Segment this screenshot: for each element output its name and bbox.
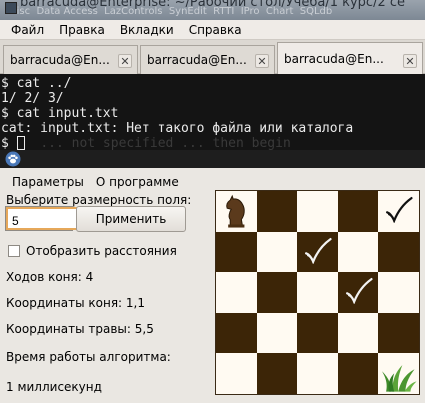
terminal-line: cat: input.txt: Нет такого файла или кат… xyxy=(1,121,354,136)
terminal-tab-2[interactable]: barracuda@En... ✕ xyxy=(140,45,275,74)
tab-label: barracuda@En... xyxy=(147,53,247,67)
app-menubar: Параметры О программе xyxy=(0,168,425,192)
terminal-title: barracuda@Enterprise: ~/Рабочий стол/Учё… xyxy=(20,0,405,10)
faded-text: ... not specified ... then begin xyxy=(40,136,291,151)
board-cell-4-1[interactable] xyxy=(216,312,257,354)
terminal-prompt-line: $ ... not specified ... then begin xyxy=(1,136,425,151)
board-cell-2-2[interactable] xyxy=(256,231,298,273)
terminal-tabbar: barracuda@En... ✕ barracuda@En... ✕ barr… xyxy=(0,40,425,75)
board-cell-4-3[interactable] xyxy=(297,312,338,354)
menu-about[interactable]: О программе xyxy=(89,175,184,189)
terminal-titlebar: Misc Data Access LazControls SynEdit RTT… xyxy=(0,0,425,20)
menu-file[interactable]: Файл xyxy=(3,23,51,37)
terminal-menubar: Файл Правка Вкладки Справка xyxy=(0,20,425,40)
prompt: $ xyxy=(1,136,17,151)
close-icon[interactable]: ✕ xyxy=(255,54,269,68)
chessboard[interactable] xyxy=(215,190,420,395)
terminal-tab-1[interactable]: barracuda@En... ✕ xyxy=(3,45,138,74)
menu-edit[interactable]: Правка xyxy=(51,23,112,37)
board-cell-3-3[interactable] xyxy=(297,272,338,313)
board-cell-5-3[interactable] xyxy=(297,353,338,394)
board-cell-5-4[interactable] xyxy=(337,353,379,394)
board-cell-2-1[interactable] xyxy=(216,231,257,273)
board-cell-4-4[interactable] xyxy=(337,312,379,354)
terminal-output[interactable]: $ cat ../ 1/ 2/ 3/ $ cat input.txt cat: … xyxy=(0,74,425,154)
menu-parameters[interactable]: Параметры xyxy=(5,175,89,189)
field-size-spinbox[interactable]: ▲ ▼ xyxy=(5,206,175,231)
show-distances-checkbox[interactable]: Отобразить расстояния xyxy=(8,244,177,258)
app-titlebar xyxy=(0,150,425,168)
board-cell-2-3[interactable] xyxy=(297,231,338,273)
board-cell-5-1[interactable] xyxy=(216,353,257,394)
board-cell-5-2[interactable] xyxy=(256,353,298,394)
board-cell-3-2[interactable] xyxy=(256,272,298,313)
terminal-icon xyxy=(5,2,17,14)
algorithm-time-value: 1 миллисекунд xyxy=(6,380,102,394)
menu-tabs[interactable]: Вкладки xyxy=(112,23,181,37)
board-cell-1-1[interactable] xyxy=(216,191,257,232)
terminal-tab-3[interactable]: barracuda@En... ✕ xyxy=(277,42,423,75)
terminal-cursor xyxy=(16,136,25,150)
board-cell-3-5[interactable] xyxy=(378,272,419,313)
algorithm-time-label: Время работы алгоритма: xyxy=(6,350,171,364)
board-cell-3-1[interactable] xyxy=(216,272,257,313)
board-cell-1-5[interactable] xyxy=(378,191,419,232)
board-cell-2-4[interactable] xyxy=(337,231,379,273)
paw-icon xyxy=(5,151,21,167)
show-distances-label: Отобразить расстояния xyxy=(26,244,177,258)
apply-button[interactable]: Применить xyxy=(76,206,186,232)
grass-coords-text: Координаты травы: 5,5 xyxy=(6,322,154,336)
board-cell-4-2[interactable] xyxy=(256,312,298,354)
board-cell-1-2[interactable] xyxy=(256,191,298,232)
tab-label: barracuda@En... xyxy=(10,53,110,67)
menu-help[interactable]: Справка xyxy=(181,23,249,37)
close-icon[interactable]: ✕ xyxy=(403,54,417,68)
terminal-line: $ cat ../ xyxy=(1,76,72,91)
board-cell-5-5[interactable] xyxy=(378,353,419,394)
close-icon[interactable]: ✕ xyxy=(118,54,132,68)
terminal-line: 1/ 2/ 3/ xyxy=(1,91,64,106)
knight-coords-text: Координаты коня: 1,1 xyxy=(6,296,145,310)
checkbox-box[interactable] xyxy=(8,245,20,257)
board-cell-1-3[interactable] xyxy=(297,191,338,232)
knight-moves-text: Ходов коня: 4 xyxy=(6,270,94,284)
terminal-line: $ cat input.txt xyxy=(1,106,119,121)
board-cell-3-4[interactable] xyxy=(337,272,379,313)
board-cell-2-5[interactable] xyxy=(378,231,419,273)
field-size-label: Выберите размерность поля: xyxy=(6,193,192,207)
board-cell-4-5[interactable] xyxy=(378,312,419,354)
board-cell-1-4[interactable] xyxy=(337,191,379,232)
tab-label: barracuda@En... xyxy=(284,52,384,66)
